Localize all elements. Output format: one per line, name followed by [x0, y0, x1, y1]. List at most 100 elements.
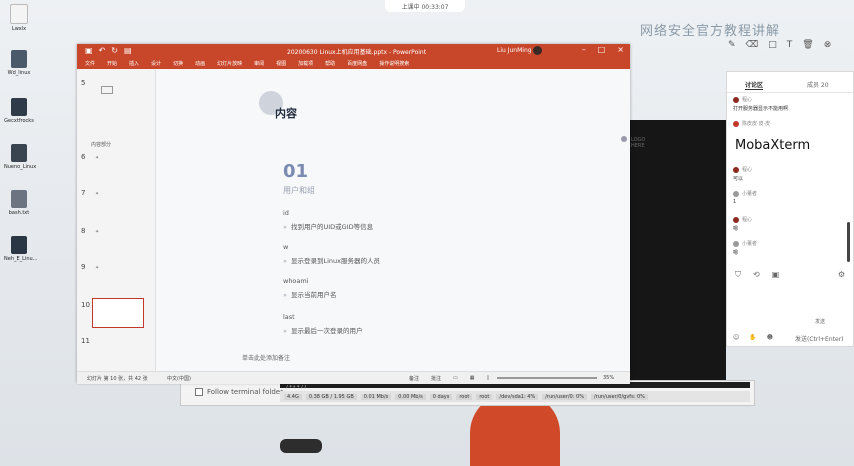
- clear-icon[interactable]: ⊗: [824, 40, 832, 50]
- user-name[interactable]: Liu JunMing: [497, 47, 532, 54]
- desktop-icon-bash[interactable]: bash.txt: [4, 190, 34, 216]
- text-icon[interactable]: T: [787, 40, 793, 50]
- section-subtitle[interactable]: 用户和组: [283, 185, 315, 196]
- save-icon[interactable]: ▣: [772, 270, 780, 280]
- slide-thumbnail[interactable]: [101, 86, 113, 94]
- save-icon[interactable]: ▣: [85, 46, 93, 55]
- comments-button[interactable]: 批注: [431, 375, 441, 382]
- send-button[interactable]: 发送(Ctrl+Enter): [795, 334, 844, 343]
- chat-message[interactable]: 小董者 1: [733, 190, 757, 205]
- undo-icon[interactable]: ↶: [99, 46, 106, 55]
- chat-message[interactable]: 程心 可以: [733, 166, 752, 182]
- maximize-icon[interactable]: □: [598, 45, 606, 54]
- language-indicator[interactable]: 中文(中国): [167, 375, 191, 382]
- slide-number[interactable]: 5: [81, 79, 85, 87]
- slide-number[interactable]: 11: [81, 337, 90, 345]
- chat-footer: ☺ ✋ ☻ 发送(Ctrl+Enter): [733, 334, 844, 343]
- desktop-icon-lwxlx[interactable]: Lwxlx: [4, 4, 34, 32]
- command-description[interactable]: » 显示最后一次登录的用户: [283, 325, 362, 335]
- section-label[interactable]: 内容部分: [91, 141, 111, 148]
- redo-icon[interactable]: ↻: [111, 46, 118, 55]
- slide-number[interactable]: 9: [81, 263, 85, 271]
- highlight-message[interactable]: MobaXterm: [735, 138, 810, 153]
- tab-addins[interactable]: 加载项: [298, 60, 313, 67]
- smile-icon[interactable]: ☺: [733, 334, 739, 343]
- command-description[interactable]: » 显示登录到Linux服务器的人员: [283, 255, 380, 265]
- discussion-panel[interactable]: 讨论区 成员 20 程心 打开服务器显示不能用啊 陈皮皮·皮·皮· MobaXt…: [726, 71, 854, 347]
- notes-button[interactable]: 备注: [409, 375, 419, 382]
- present-icon[interactable]: ▤: [124, 46, 132, 55]
- command-name[interactable]: w: [283, 243, 288, 251]
- tab-transitions[interactable]: 切换: [173, 60, 183, 67]
- tab-insert[interactable]: 插入: [129, 60, 139, 67]
- session-timer[interactable]: 上课中 00:33:07: [385, 0, 465, 12]
- follow-terminal-folder[interactable]: Follow terminal folder: [195, 388, 283, 396]
- tab-animations[interactable]: 动画: [195, 60, 205, 67]
- document-title: 20200630 Linux上机应用基础.pptx - PowerPoint: [287, 49, 427, 56]
- settings-icon[interactable]: ⚙: [838, 270, 845, 279]
- tab-help[interactable]: 帮助: [325, 60, 335, 67]
- chat-scrollbar[interactable]: [847, 222, 850, 262]
- selected-slide-thumbnail[interactable]: [92, 298, 144, 328]
- terminal-status-bar: 4.4G 0.38 GB / 1.95 GB 0.01 Mb/s 0.00 Mb…: [280, 391, 750, 402]
- powerpoint-window[interactable]: ▣ ↶ ↻ ▤ 20200630 Linux上机应用基础.pptx - Powe…: [77, 44, 645, 384]
- slide-number[interactable]: 6: [81, 153, 85, 161]
- checkbox-icon[interactable]: [195, 388, 203, 396]
- section-number[interactable]: 01: [283, 161, 308, 182]
- tab-slideshow[interactable]: 幻灯片放映: [217, 60, 242, 67]
- command-description[interactable]: » 显示当前用户名: [283, 289, 336, 299]
- tab-members[interactable]: 成员 20: [807, 80, 829, 89]
- slide-thumbnail-pane[interactable]: 5 内容部分 6 ✦ 7 ✦ 8 ✦ 9 ✦ 10 11 12: [77, 69, 156, 381]
- command-name[interactable]: id: [283, 209, 289, 217]
- desktop-icon-nueno-linux[interactable]: Nueno_Linux: [4, 144, 36, 170]
- tab-file[interactable]: 文件: [85, 60, 95, 67]
- slide-number[interactable]: 8: [81, 227, 85, 235]
- slide-number[interactable]: 10: [81, 301, 90, 309]
- tab-view[interactable]: 视图: [276, 60, 286, 67]
- terminal-window[interactable]: [630, 120, 726, 382]
- desktop-icon-gecxtfrocks[interactable]: Gecxtfrocks: [4, 98, 34, 124]
- shield-icon[interactable]: ⛉: [735, 270, 741, 280]
- tab-home[interactable]: 开始: [107, 60, 117, 67]
- eraser-icon[interactable]: ⌫: [746, 40, 759, 50]
- logo-text[interactable]: LOGO HERE: [631, 137, 645, 149]
- chat-message[interactable]: 程心 嗯: [733, 216, 752, 232]
- desktop-icon-neh-linux[interactable]: Neh_E_Linu...: [4, 236, 37, 262]
- pen-icon[interactable]: ✎: [728, 40, 736, 50]
- tab-baidu[interactable]: 百度网盘: [347, 60, 367, 67]
- chat-message[interactable]: 陈皮皮·皮·皮·: [733, 120, 772, 127]
- zoom-slider[interactable]: [497, 377, 597, 379]
- file-icon: [11, 236, 27, 254]
- slide-heading[interactable]: 内容: [275, 105, 297, 121]
- avatar[interactable]: [533, 46, 542, 55]
- refresh-icon[interactable]: ⟲: [753, 270, 760, 280]
- command-description[interactable]: » 找到用户的UID或GID等信息: [283, 221, 373, 231]
- zoom-level[interactable]: 35%: [603, 375, 614, 381]
- tab-discussion[interactable]: 讨论区: [745, 80, 764, 90]
- desktop-icon-wd-linux[interactable]: Wd_linux: [4, 50, 34, 76]
- sorter-view-icon[interactable]: ▦: [470, 375, 475, 382]
- emoji-icon[interactable]: ☻: [767, 334, 773, 343]
- tab-review[interactable]: 审阅: [254, 60, 264, 67]
- tell-me-search[interactable]: 操作说明搜索: [379, 60, 409, 67]
- slide-canvas[interactable]: 内容 LOGO HERE 01 用户和组 id » 找到用户的UID或GID等信息…: [156, 69, 645, 371]
- close-icon[interactable]: ×: [617, 45, 624, 54]
- chat-message[interactable]: 小董者 嗯: [733, 240, 757, 256]
- notes-placeholder[interactable]: 单击此处添加备注: [242, 353, 290, 362]
- reading-view-icon[interactable]: ▯: [487, 375, 490, 382]
- command-name[interactable]: last: [283, 313, 295, 321]
- trash-icon[interactable]: 🗑: [802, 40, 813, 50]
- chat-message[interactable]: 程心 打开服务器显示不能用啊: [733, 96, 788, 112]
- command-name[interactable]: whoami: [283, 277, 309, 285]
- normal-view-icon[interactable]: ▭: [453, 375, 458, 382]
- animation-star-icon: ✦: [95, 265, 100, 271]
- sort-dropdown[interactable]: 发送: [815, 318, 825, 325]
- slide-number[interactable]: 7: [81, 189, 85, 197]
- hand-icon[interactable]: ✋: [749, 334, 756, 343]
- chat-tabs: 讨论区 成员 20: [727, 78, 853, 93]
- file-icon: [11, 190, 27, 208]
- shape-icon[interactable]: □: [768, 40, 777, 50]
- tab-design[interactable]: 设计: [151, 60, 161, 67]
- minimize-icon[interactable]: –: [582, 45, 586, 54]
- status-bar: 幻灯片 第 10 张，共 42 张 中文(中国) 备注 批注 ▭ ▦ ▯ 35%: [77, 371, 630, 384]
